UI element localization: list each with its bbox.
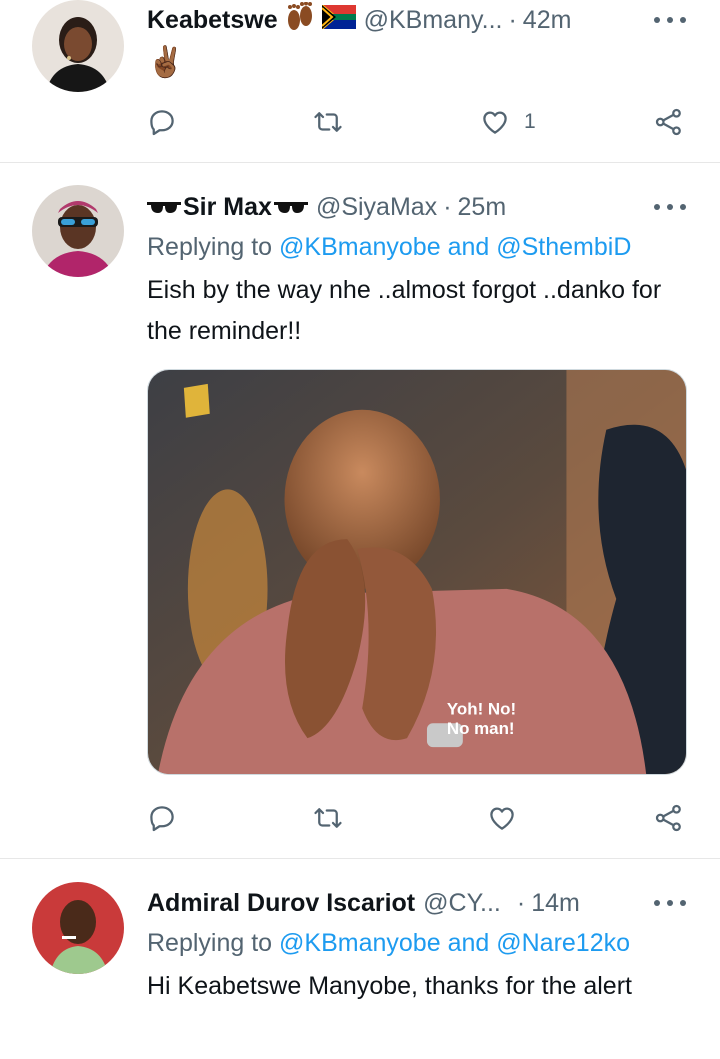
media-caption-line-1: Yoh! No! <box>447 699 516 718</box>
footprints-icon <box>284 1 316 39</box>
mention-link[interactable]: @KBmanyobe <box>279 233 441 261</box>
share-icon <box>655 804 681 832</box>
author-name[interactable]: Admiral Durov Iscariot <box>147 889 415 918</box>
sunglasses-icon <box>147 193 181 222</box>
timestamp[interactable]: 14m <box>531 889 580 918</box>
mention-link[interactable]: @SthembiD <box>496 233 631 261</box>
author-name[interactable]: Keabetswe <box>147 6 278 35</box>
mention-link[interactable]: @KBmanyobe <box>279 929 441 957</box>
avatar[interactable] <box>32 882 124 974</box>
retweet-button[interactable] <box>313 800 343 836</box>
author-handle[interactable]: @CY... <box>423 889 501 918</box>
tweet-text: Eish by the way nhe ..almost forgot ..da… <box>147 276 662 345</box>
retweet-icon <box>314 112 342 132</box>
timestamp[interactable]: 25m <box>458 193 507 222</box>
heart-icon <box>490 807 514 830</box>
author-handle[interactable]: @KBmany... <box>364 6 503 35</box>
separator-dot: · <box>508 5 517 34</box>
replying-to: Replying to @KBmanyobe and @Nare12ko <box>147 929 630 958</box>
more-options-icon[interactable] <box>654 891 686 915</box>
retweet-icon <box>314 808 342 828</box>
more-options-icon[interactable] <box>654 8 686 32</box>
author-handle[interactable]: @SiyaMax <box>316 193 437 222</box>
reply-icon <box>150 806 174 832</box>
sunglasses-icon <box>273 193 308 222</box>
like-count: 1 <box>524 110 536 133</box>
replying-to: Replying to @KBmanyobe and @SthembiD <box>147 233 631 262</box>
avatar[interactable] <box>32 185 124 277</box>
south-africa-flag-icon <box>320 2 356 36</box>
share-button[interactable] <box>654 104 684 140</box>
reply-button[interactable] <box>147 104 177 140</box>
and-label[interactable]: and <box>448 233 490 261</box>
timestamp[interactable]: 42m <box>523 6 572 35</box>
mention-link[interactable]: @Nare12ko <box>496 929 630 957</box>
share-button[interactable] <box>654 800 684 836</box>
like-button[interactable]: 1 <box>480 104 536 140</box>
tweet-actions: 1 <box>147 104 692 140</box>
share-icon <box>655 108 681 136</box>
media-caption-line-2: No man! <box>447 719 515 738</box>
retweet-button[interactable] <box>313 104 343 140</box>
tweet-2[interactable]: Sir Max @SiyaMax · 25m Replying to @KBma… <box>0 163 720 858</box>
avatar[interactable] <box>32 0 124 92</box>
reply-icon <box>150 110 174 136</box>
tweet-image[interactable]: Yoh! No! No man! <box>147 369 687 775</box>
like-button[interactable] <box>487 800 517 836</box>
tweet-text: Hi Keabetswe Manyobe, thanks for the ale… <box>147 972 632 1000</box>
separator-dot: · <box>443 192 452 221</box>
more-options-icon[interactable] <box>654 195 686 219</box>
separator-dot: · <box>516 888 526 917</box>
heart-icon <box>483 111 507 134</box>
tweet-actions <box>147 800 692 836</box>
and-label[interactable]: and <box>448 929 490 957</box>
reply-button[interactable] <box>147 800 177 836</box>
author-name[interactable]: Sir Max <box>183 193 272 222</box>
tweet-text: ✌🏾 <box>147 46 185 79</box>
replying-to-label: Replying to <box>147 233 273 261</box>
replying-to-label: Replying to <box>147 929 273 957</box>
tweet-3[interactable]: Admiral Durov Iscariot @CY... · 14m Repl… <box>0 859 720 1059</box>
tweet-1[interactable]: Keabetswe @KBmany... · 42m ✌🏾 1 <box>0 0 720 162</box>
